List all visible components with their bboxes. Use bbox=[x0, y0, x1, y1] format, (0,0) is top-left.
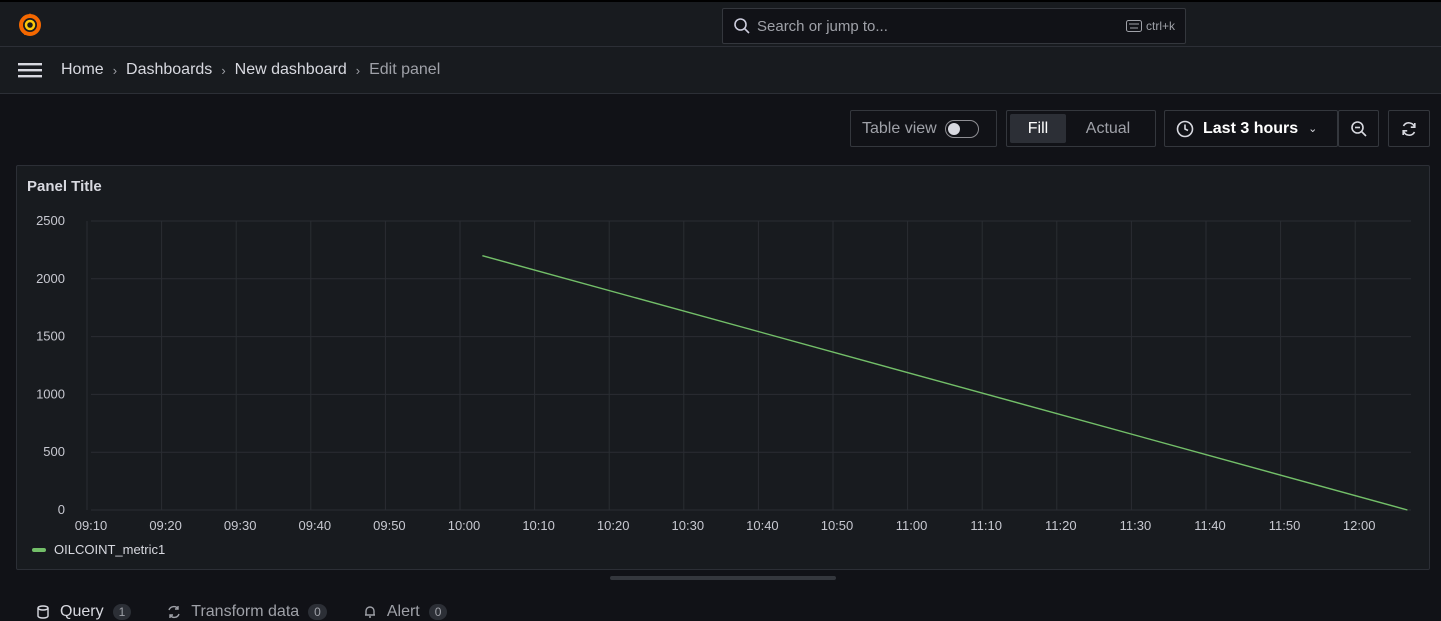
x-tick-label: 10:20 bbox=[597, 518, 630, 533]
x-tick-label: 09:40 bbox=[299, 518, 332, 533]
x-tick-label: 11:50 bbox=[1269, 518, 1301, 533]
breadcrumb-bar: Home › Dashboards › New dashboard › Edit… bbox=[0, 47, 1441, 94]
menu-icon[interactable] bbox=[18, 60, 42, 80]
tab-transform-label: Transform data bbox=[191, 603, 299, 621]
grafana-logo-icon[interactable] bbox=[16, 11, 44, 39]
x-tick-label: 10:10 bbox=[522, 518, 555, 533]
y-tick-label: 500 bbox=[43, 444, 65, 459]
tab-transform-count: 0 bbox=[308, 604, 327, 620]
keyboard-shortcut: ctrl+k bbox=[1126, 19, 1175, 33]
search-icon bbox=[733, 17, 751, 35]
search-placeholder: Search or jump to... bbox=[757, 18, 1126, 35]
zoom-out-button[interactable] bbox=[1338, 110, 1379, 147]
y-tick-label: 1500 bbox=[36, 329, 65, 344]
x-tick-label: 11:30 bbox=[1120, 518, 1152, 533]
x-tick-label: 10:00 bbox=[448, 518, 481, 533]
x-tick-label: 11:20 bbox=[1045, 518, 1077, 533]
x-tick-label: 09:30 bbox=[224, 518, 257, 533]
actual-button[interactable]: Actual bbox=[1066, 114, 1150, 143]
time-range-label: Last 3 hours bbox=[1203, 120, 1298, 138]
x-tick-label: 10:50 bbox=[821, 518, 854, 533]
tab-alert-count: 0 bbox=[429, 604, 448, 620]
database-icon bbox=[36, 605, 50, 619]
fill-button[interactable]: Fill bbox=[1010, 114, 1066, 143]
chevron-down-icon: ⌄ bbox=[1308, 122, 1317, 135]
x-tick-label: 10:30 bbox=[672, 518, 705, 533]
y-tick-label: 1000 bbox=[36, 386, 65, 401]
toggle-switch[interactable] bbox=[945, 120, 979, 138]
breadcrumb-edit-panel: Edit panel bbox=[369, 61, 440, 79]
chevron-right-icon: › bbox=[221, 63, 225, 78]
clock-icon bbox=[1176, 120, 1194, 138]
x-tick-label: 11:00 bbox=[896, 518, 928, 533]
x-tick-label: 11:10 bbox=[970, 518, 1002, 533]
legend-label: OILCOINT_metric1 bbox=[54, 542, 165, 557]
breadcrumb-new-dashboard[interactable]: New dashboard bbox=[235, 61, 347, 79]
x-tick-label: 11:40 bbox=[1194, 518, 1226, 533]
y-tick-label: 2500 bbox=[36, 213, 65, 228]
panel: Panel Title 0500100015002000250009:1009:… bbox=[16, 165, 1430, 570]
keyboard-icon bbox=[1126, 20, 1142, 32]
x-tick-label: 09:20 bbox=[149, 518, 182, 533]
chevron-right-icon: › bbox=[356, 63, 360, 78]
breadcrumb-dashboards[interactable]: Dashboards bbox=[126, 61, 212, 79]
legend-swatch bbox=[32, 548, 46, 552]
panel-resize-handle[interactable] bbox=[610, 576, 836, 580]
y-tick-label: 0 bbox=[58, 502, 65, 517]
tab-transform-data[interactable]: Transform data 0 bbox=[167, 603, 327, 621]
x-tick-label: 09:50 bbox=[373, 518, 406, 533]
table-view-toggle[interactable]: Table view bbox=[850, 110, 997, 147]
x-tick-label: 09:10 bbox=[75, 518, 108, 533]
table-view-label: Table view bbox=[862, 120, 937, 138]
y-tick-label: 2000 bbox=[36, 271, 65, 286]
series-line bbox=[482, 256, 1407, 510]
tab-query[interactable]: Query 1 bbox=[36, 603, 131, 621]
top-bar: Search or jump to... ctrl+k bbox=[0, 0, 1441, 47]
time-series-chart: 0 500 1000 1500 2000 2500 09:10 09:20 09:30 09:40… bbox=[17, 166, 1431, 571]
time-range-picker[interactable]: Last 3 hours ⌄ bbox=[1164, 110, 1338, 147]
zoom-out-icon bbox=[1350, 120, 1368, 138]
x-tick-label: 10:40 bbox=[746, 518, 779, 533]
shortcut-label: ctrl+k bbox=[1146, 19, 1175, 33]
tab-query-label: Query bbox=[60, 603, 104, 621]
tab-alert-label: Alert bbox=[387, 603, 420, 621]
editor-tabs: Query 1 Transform data 0 Alert 0 bbox=[36, 603, 447, 621]
x-tick-label: 12:00 bbox=[1343, 518, 1376, 533]
fill-actual-group: Fill Actual bbox=[1006, 110, 1156, 147]
chevron-right-icon: › bbox=[113, 63, 117, 78]
tab-query-count: 1 bbox=[113, 604, 132, 620]
legend-item[interactable]: OILCOINT_metric1 bbox=[32, 542, 165, 557]
bell-icon bbox=[363, 605, 377, 619]
refresh-icon bbox=[1400, 120, 1418, 138]
breadcrumb-home[interactable]: Home bbox=[61, 61, 104, 79]
tab-alert[interactable]: Alert 0 bbox=[363, 603, 448, 621]
search-input[interactable]: Search or jump to... ctrl+k bbox=[722, 8, 1186, 44]
refresh-button[interactable] bbox=[1388, 110, 1430, 147]
transform-icon bbox=[167, 605, 181, 619]
